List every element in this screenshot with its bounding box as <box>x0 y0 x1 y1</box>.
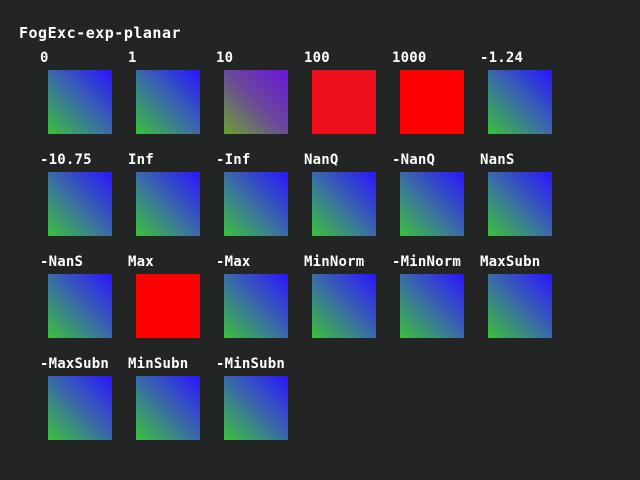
swatch-cell: 10 <box>216 49 306 139</box>
swatch-label: 1 <box>128 50 137 66</box>
page-title: FogExc-exp-planar <box>19 24 182 42</box>
color-swatch <box>312 70 376 134</box>
swatch-label: -NanS <box>40 254 84 270</box>
swatch-label: -MinNorm <box>392 254 462 270</box>
swatch-cell: 1000 <box>392 49 482 139</box>
swatch-cell: 1 <box>128 49 218 139</box>
swatch-label: NanQ <box>304 152 339 168</box>
color-swatch <box>136 70 200 134</box>
color-swatch <box>48 274 112 338</box>
swatch-label: -Inf <box>216 152 251 168</box>
color-swatch <box>312 172 376 236</box>
color-swatch <box>400 70 464 134</box>
swatch-cell: -MinNorm <box>392 253 482 343</box>
color-swatch <box>400 274 464 338</box>
swatch-label: -MaxSubn <box>40 356 110 372</box>
color-swatch <box>48 376 112 440</box>
swatch-cell: 100 <box>304 49 394 139</box>
color-swatch <box>48 70 112 134</box>
swatch-cell: NanS <box>480 151 570 241</box>
swatch-label: -NanQ <box>392 152 436 168</box>
color-swatch <box>136 274 200 338</box>
color-swatch <box>136 376 200 440</box>
color-swatch <box>400 172 464 236</box>
swatch-label: Inf <box>128 152 154 168</box>
swatch-label: -10.75 <box>40 152 92 168</box>
color-swatch <box>136 172 200 236</box>
swatch-label: MaxSubn <box>480 254 541 270</box>
swatch-cell: -Inf <box>216 151 306 241</box>
test-window: FogExc-exp-planar 0 1 10 100 1000 -1.24 -10.75… <box>0 0 640 480</box>
swatch-cell: -MinSubn <box>216 355 306 445</box>
swatch-label: 10 <box>216 50 234 66</box>
swatch-cell: Max <box>128 253 218 343</box>
swatch-cell: MinNorm <box>304 253 394 343</box>
swatch-label: 100 <box>304 50 330 66</box>
swatch-label: NanS <box>480 152 515 168</box>
swatch-label: -1.24 <box>480 50 524 66</box>
swatch-cell: 0 <box>40 49 130 139</box>
color-swatch <box>224 70 288 134</box>
color-swatch <box>488 172 552 236</box>
swatch-cell: -NanS <box>40 253 130 343</box>
color-swatch <box>224 376 288 440</box>
swatch-label: 1000 <box>392 50 427 66</box>
swatch-label: Max <box>128 254 154 270</box>
swatch-cell: MaxSubn <box>480 253 570 343</box>
swatch-label: MinNorm <box>304 254 365 270</box>
swatch-label: 0 <box>40 50 49 66</box>
swatch-cell: -10.75 <box>40 151 130 241</box>
swatch-label: -Max <box>216 254 251 270</box>
color-swatch <box>224 274 288 338</box>
swatch-cell: -NanQ <box>392 151 482 241</box>
swatch-cell: MinSubn <box>128 355 218 445</box>
swatch-label: -MinSubn <box>216 356 286 372</box>
swatch-cell: -MaxSubn <box>40 355 130 445</box>
color-swatch <box>48 172 112 236</box>
color-swatch <box>312 274 376 338</box>
color-swatch <box>224 172 288 236</box>
swatch-cell: -1.24 <box>480 49 570 139</box>
color-swatch <box>488 70 552 134</box>
swatch-cell: Inf <box>128 151 218 241</box>
swatch-cell: -Max <box>216 253 306 343</box>
swatch-label: MinSubn <box>128 356 189 372</box>
color-swatch <box>488 274 552 338</box>
swatch-cell: NanQ <box>304 151 394 241</box>
